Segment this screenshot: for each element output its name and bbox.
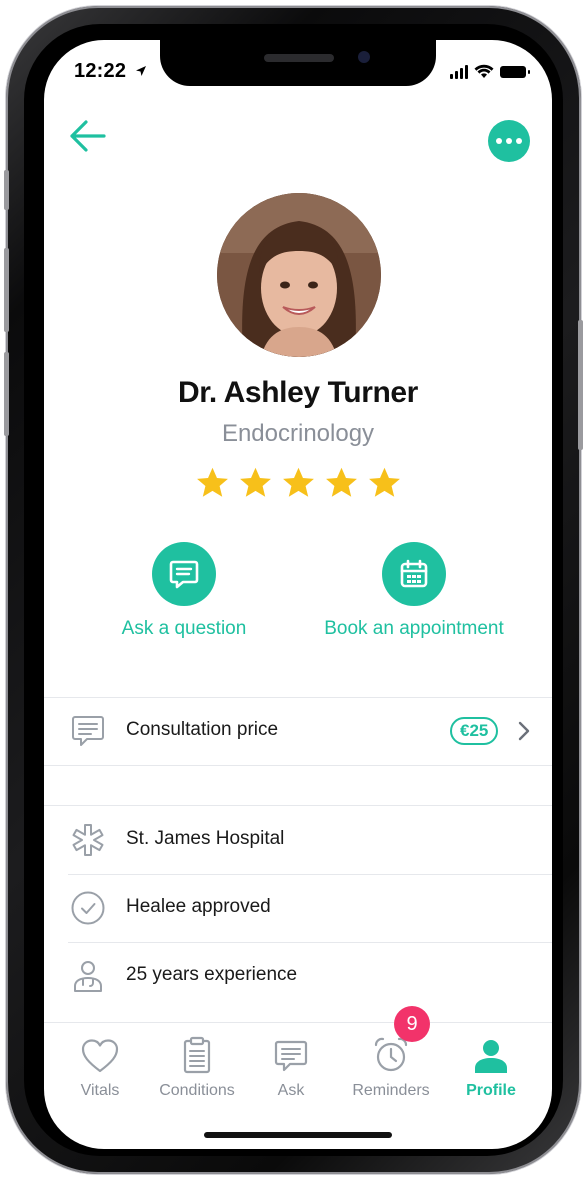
chat-icon	[274, 1040, 308, 1072]
asterisk-icon	[72, 824, 104, 856]
tab-label: Conditions	[159, 1082, 235, 1099]
tab-icon-wrap	[147, 1026, 247, 1074]
reminders-badge: 9	[394, 1006, 430, 1042]
divider	[44, 1022, 552, 1023]
app-screen: 12:22 Dr. Ashley Turner Endocrinology As…	[44, 40, 552, 1149]
doctor-portrait	[217, 193, 381, 357]
experience-icon-wrap	[68, 956, 108, 996]
status-time-text: 12:22	[74, 60, 127, 82]
home-indicator[interactable]	[204, 1132, 392, 1138]
location-arrow-icon	[135, 66, 146, 76]
more-options-button[interactable]	[488, 120, 530, 162]
tab-label: Vitals	[80, 1082, 120, 1099]
book-appointment-button[interactable]: Book an appointment	[309, 542, 519, 640]
doctor-person-icon	[74, 961, 102, 992]
alarm-clock-icon	[374, 1037, 408, 1072]
price-list-icon-wrap	[68, 711, 108, 751]
dot	[506, 138, 512, 144]
clipboard-icon	[183, 1036, 211, 1074]
check-circle-icon	[71, 891, 105, 925]
arrow-left-icon	[70, 120, 106, 152]
approved-label: Healee approved	[126, 896, 271, 917]
tab-icon-wrap	[441, 1026, 541, 1074]
approved-row: Healee approved	[44, 874, 552, 942]
back-button[interactable]	[66, 114, 110, 158]
book-appointment-circle	[382, 542, 446, 606]
ask-question-button[interactable]: Ask a question	[79, 542, 289, 640]
volume-down-button	[4, 352, 9, 436]
approved-icon-wrap	[68, 888, 108, 928]
hospital-icon-wrap	[68, 820, 108, 860]
tab-vitals[interactable]: Vitals	[50, 1026, 150, 1100]
side-button	[4, 170, 9, 210]
tab-profile[interactable]: Profile	[441, 1026, 541, 1100]
tab-label: Ask	[277, 1082, 305, 1099]
experience-label: 25 years experience	[126, 964, 298, 985]
price-badge: €25	[450, 717, 499, 745]
wifi-icon	[474, 64, 494, 78]
heart-icon	[81, 1039, 119, 1073]
star-icon	[196, 467, 228, 497]
person-icon	[475, 1040, 507, 1073]
ask-question-label: Ask a question	[121, 618, 247, 639]
chat-list-icon	[72, 716, 104, 746]
tab-label: Profile	[466, 1082, 516, 1099]
status-icons	[450, 64, 530, 79]
divider	[44, 765, 552, 766]
star-icon	[282, 467, 314, 497]
rating-stars	[44, 465, 552, 502]
doctor-specialty: Endocrinology	[221, 420, 375, 447]
star-icon	[368, 467, 400, 497]
cellular-signal-icon	[450, 64, 468, 79]
consultation-price-row[interactable]: Consultation price €25	[44, 697, 552, 765]
volume-up-button	[4, 248, 9, 332]
power-button	[578, 320, 583, 450]
battery-icon	[500, 65, 530, 78]
status-time: 12:22	[74, 60, 147, 83]
tab-icon-wrap	[241, 1026, 341, 1074]
dot	[516, 138, 522, 144]
dot	[496, 138, 502, 144]
tab-label: Reminders	[352, 1082, 430, 1099]
experience-row: 25 years experience	[44, 942, 552, 1010]
ask-question-circle	[152, 542, 216, 606]
hospital-name: St. James Hospital	[126, 828, 285, 849]
consultation-price-label: Consultation price	[126, 719, 279, 740]
speaker	[264, 54, 334, 62]
chat-icon	[169, 560, 199, 589]
star-icon	[239, 467, 271, 497]
hospital-row: St. James Hospital	[44, 806, 552, 874]
doctor-name: Dr. Ashley Turner	[178, 376, 418, 409]
book-appointment-label: Book an appointment	[324, 618, 504, 639]
calendar-icon	[400, 559, 428, 588]
tab-reminders[interactable]: Reminders	[341, 1026, 441, 1100]
notch	[160, 40, 436, 86]
doctor-avatar	[217, 193, 381, 357]
tab-ask[interactable]: Ask	[241, 1026, 341, 1100]
tab-bar: Vitals Conditions Ask Reminders Profile	[44, 1026, 552, 1116]
star-icon	[325, 467, 357, 497]
front-camera	[358, 51, 370, 63]
tab-icon-wrap	[50, 1026, 150, 1074]
chevron-right-icon	[518, 721, 530, 741]
tab-conditions[interactable]: Conditions	[147, 1026, 247, 1100]
